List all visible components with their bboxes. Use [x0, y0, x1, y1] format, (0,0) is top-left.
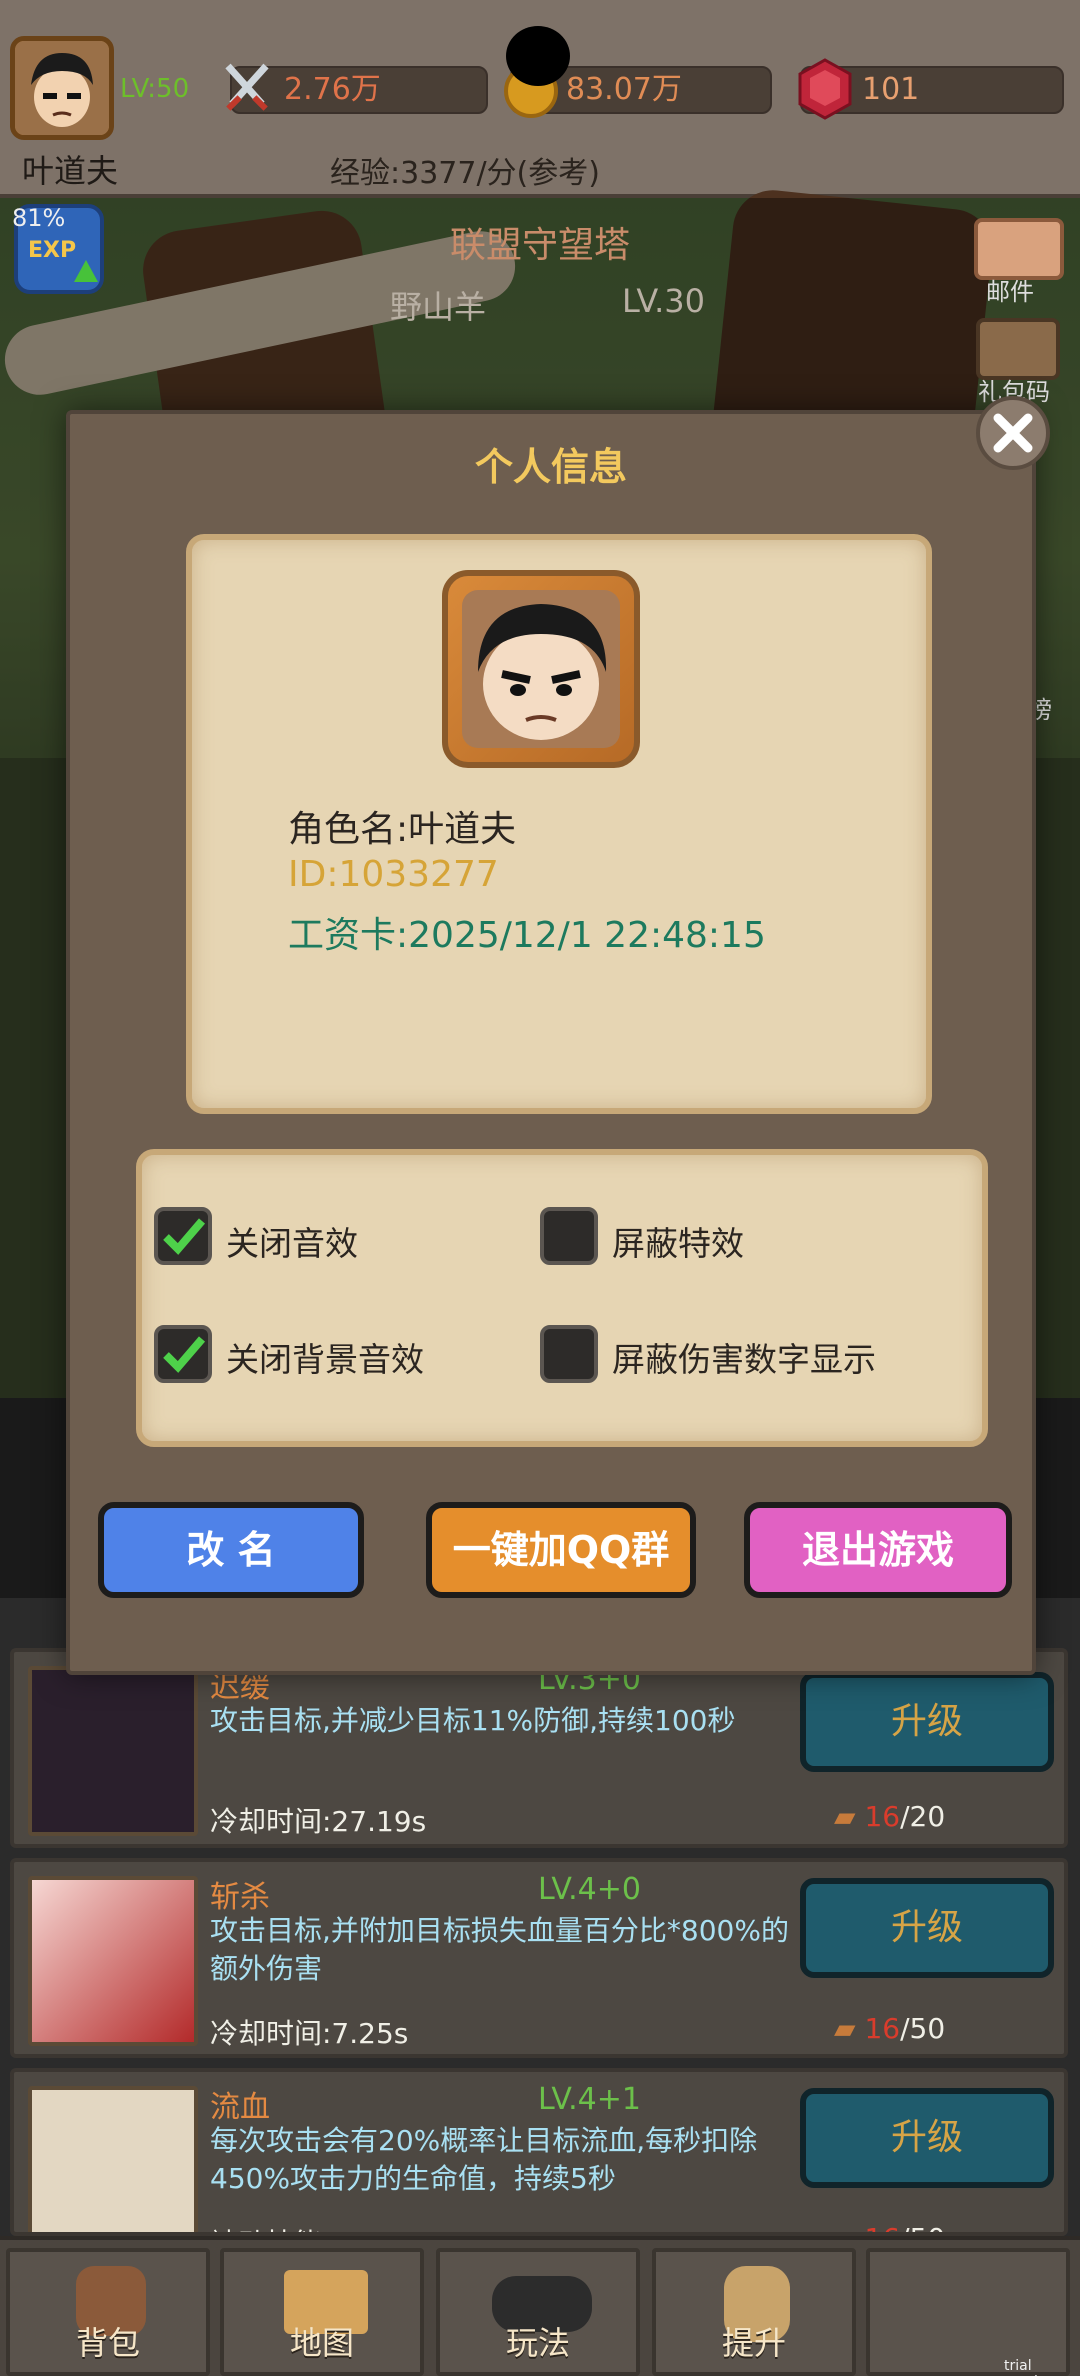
skill-level: LV.4+0: [538, 1872, 641, 1907]
skill-row: 斩杀 LV.4+0 攻击目标,并附加目标损失血量百分比*800%的额外伤害 冷却…: [10, 1858, 1068, 2058]
exp-percent: 81%: [12, 204, 66, 232]
camera-notch: [506, 26, 570, 86]
skill-cooldown: 冷却时间:27.19s: [210, 1805, 427, 1838]
bottom-navigation: 背包 地图 玩法 提升 trial version: [0, 2236, 1080, 2376]
hide-effects-checkbox[interactable]: [540, 1207, 598, 1265]
player-level: LV:50: [120, 74, 190, 104]
ruby-gem-icon: [796, 58, 854, 120]
exp-rate: 经验:3377/分(参考): [330, 156, 600, 191]
skill-name: 流血: [210, 2090, 270, 2125]
skill-cost: ▰ 16/50: [834, 2012, 946, 2045]
mail-label: 邮件: [986, 278, 1034, 306]
trial-watermark: trial version: [1004, 2358, 1055, 2376]
salary-card: 工资卡:2025/12/1 22:48:15: [288, 915, 766, 956]
player-id: ID:1033277: [288, 854, 499, 895]
nav-bag[interactable]: 背包: [6, 2248, 210, 2376]
book-icon: ▰: [834, 2012, 856, 2045]
enemy-name: 野山羊: [390, 288, 487, 326]
book-icon: ▰: [834, 2222, 856, 2232]
checkmark-icon: [163, 1218, 206, 1255]
arrow-up-icon: [74, 260, 98, 282]
enemy-level: LV.30: [622, 282, 705, 320]
upgrade-button[interactable]: 升级: [800, 1878, 1054, 1978]
nav-play-label: 玩法: [505, 2324, 570, 2362]
avatar-face-icon: [15, 41, 109, 135]
player-avatar[interactable]: [10, 36, 114, 140]
power-value: 2.76万: [284, 72, 381, 107]
character-face-icon: [462, 590, 620, 748]
skill-row: 流血 LV.4+1 每次攻击会有20%概率让目标流血,每秒扣除450%攻击力的生…: [10, 2068, 1068, 2236]
skill-cooldown: 被动技能: [210, 2222, 322, 2232]
hide-effects-label: 屏蔽特效: [612, 1224, 744, 1263]
skill-slow-icon: [28, 1666, 198, 1836]
join-qq-group-button[interactable]: 一键加QQ群: [426, 1502, 696, 1598]
mute-sound-label: 关闭音效: [226, 1224, 358, 1263]
skill-row: 迟缓 LV.3+0 攻击目标,并减少目标11%防御,持续100秒 冷却时间:27…: [10, 1648, 1068, 1848]
role-name: 角色名:叶道夫: [288, 809, 517, 850]
dialog-title: 个人信息: [474, 445, 627, 489]
upgrade-button[interactable]: 升级: [800, 1672, 1054, 1772]
nav-bag-label: 背包: [75, 2324, 140, 2362]
mute-bgm-checkbox[interactable]: [154, 1325, 212, 1383]
gold-value: 83.07万: [566, 72, 682, 107]
skill-cost: ▰ 16/20: [834, 1800, 946, 1833]
skill-cooldown: 冷却时间:7.25s: [210, 2017, 409, 2050]
exit-game-button[interactable]: 退出游戏: [744, 1502, 1012, 1598]
nav-empty-slot: [866, 2248, 1070, 2376]
skill-desc: 攻击目标,并减少目标11%防御,持续100秒: [210, 1704, 736, 1737]
location-name: 联盟守望塔: [449, 225, 630, 266]
close-icon: [993, 413, 1033, 453]
mail-icon[interactable]: [974, 218, 1064, 280]
hide-damage-numbers-label: 屏蔽伤害数字显示: [612, 1340, 876, 1379]
checkmark-icon: [163, 1336, 206, 1373]
player-name: 叶道夫: [22, 152, 119, 190]
nav-map[interactable]: 地图: [220, 2248, 424, 2376]
skill-level: LV.4+1: [538, 2082, 641, 2117]
nav-upgrade[interactable]: 提升: [652, 2248, 856, 2376]
gems-value: 101: [862, 72, 920, 107]
skill-cost: ▰ 16/50: [834, 2222, 945, 2232]
skill-bleed-icon: [28, 2086, 198, 2232]
personal-info-dialog: 个人信息 角色名:叶道夫 ID:1033277 工资卡:2025/12/1 22…: [66, 410, 1036, 1675]
skill-name: 斩杀: [210, 1880, 270, 1915]
top-status-bar: LV:50 2.76万 83.07万 101 叶道夫 经验:3377/分(参考): [0, 0, 1080, 198]
nav-play[interactable]: 玩法: [436, 2248, 640, 2376]
crossed-swords-icon: [222, 60, 272, 118]
skill-desc: 每次攻击会有20%概率让目标流血,每秒扣除450%攻击力的生命值，持续5秒: [210, 2124, 758, 2195]
close-button[interactable]: [976, 396, 1050, 470]
nav-map-label: 地图: [289, 2324, 354, 2362]
book-icon: ▰: [834, 1800, 856, 1833]
nav-upgrade-label: 提升: [721, 2324, 786, 2362]
mute-bgm-label: 关闭背景音效: [226, 1340, 424, 1379]
skill-desc: 攻击目标,并附加目标损失血量百分比*800%的额外伤害: [210, 1914, 789, 1985]
hide-damage-numbers-checkbox[interactable]: [540, 1325, 598, 1383]
upgrade-button[interactable]: 升级: [800, 2088, 1054, 2188]
profile-portrait: [442, 570, 640, 768]
rename-button[interactable]: 改 名: [98, 1502, 364, 1598]
settings-card: 关闭音效 屏蔽特效 关闭背景音效 屏蔽伤害数字显示: [136, 1149, 988, 1447]
gift-chest-icon[interactable]: [976, 318, 1060, 380]
skill-execute-icon: [28, 1876, 198, 2046]
profile-card: 角色名:叶道夫 ID:1033277 工资卡:2025/12/1 22:48:1…: [186, 534, 932, 1114]
mute-sound-checkbox[interactable]: [154, 1207, 212, 1265]
